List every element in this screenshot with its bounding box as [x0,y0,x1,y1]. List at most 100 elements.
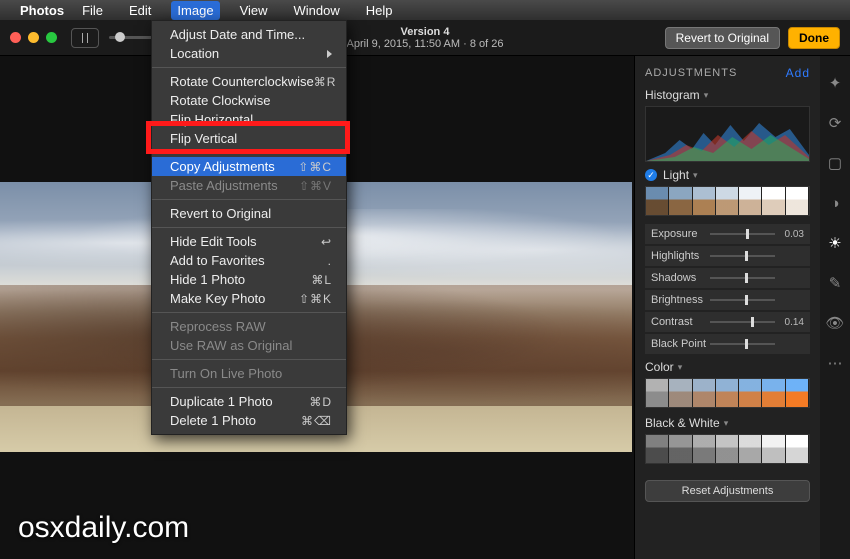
filters-icon[interactable]: ◑ [826,194,844,212]
menu-item-label: Rotate Clockwise [170,93,270,108]
menu-item-label: Make Key Photo [170,291,265,306]
menu-item[interactable]: Make Key Photo ⇧⌘K [152,289,346,308]
revert-button[interactable]: Revert to Original [665,27,780,49]
menu-shortcut: ⇧⌘C [298,160,332,174]
menu-item-label: Rotate Counterclockwise [170,74,314,89]
menu-shortcut: ⌘D [309,395,332,409]
adjustments-panel: ADJUSTMENTS Add Histogram▾ ✓ Light▾ Expo… [634,56,820,559]
menu-item-label: Duplicate 1 Photo [170,394,273,409]
chevron-down-icon: ▾ [693,170,698,181]
sidebar-toggle-button[interactable] [71,28,99,48]
color-section-toggle[interactable]: Color▾ [645,360,810,374]
menu-item-label: Revert to Original [170,206,271,221]
menu-item[interactable]: Flip Horizontal [152,110,346,129]
menu-item-label: Location [170,46,219,61]
menu-item[interactable]: Revert to Original [152,204,346,223]
menu-shortcut: ⌘⌫ [301,414,332,428]
zoom-icon[interactable] [46,32,57,43]
menubar: Photos File Edit Image View Window Help [0,0,850,20]
chevron-down-icon: ▾ [704,90,709,101]
menu-view[interactable]: View [234,1,274,20]
slider-shadows[interactable]: Shadows [645,268,810,288]
slider-label: Brightness [651,294,703,306]
histogram-toggle[interactable]: Histogram▾ [645,88,810,102]
menu-item[interactable]: Delete 1 Photo ⌘⌫ [152,411,346,430]
bw-thumbstrip[interactable] [645,434,810,464]
slider-contrast[interactable]: Contrast 0.14 [645,312,810,332]
menu-item[interactable]: Hide Edit Tools↩ [152,232,346,251]
window-controls [10,32,57,43]
menu-item-label: Flip Horizontal [170,112,253,127]
menu-item-label: Turn On Live Photo [170,366,282,381]
more-icon[interactable]: ⋯ [826,354,844,372]
menu-edit[interactable]: Edit [123,1,157,20]
title-area: Version 4 April 9, 2015, 11:50 AM · 8 of… [347,26,504,50]
check-icon: ✓ [645,169,657,181]
menu-item: Use RAW as Original [152,336,346,355]
retouch-icon[interactable]: ✎ [826,274,844,292]
toolbar: Version 4 April 9, 2015, 11:50 AM · 8 of… [0,20,850,56]
menu-item: Paste Adjustments ⇧⌘V [152,176,346,195]
menu-shortcut: ⇧⌘V [299,179,332,193]
menu-window[interactable]: Window [288,1,346,20]
minimize-icon[interactable] [28,32,39,43]
slider-value: 0.03 [785,229,804,240]
menu-shortcut: . [328,254,332,268]
image-menu-dropdown: Adjust Date and Time... Location Rotate Co… [151,20,347,435]
menu-item-label: Flip Vertical [170,131,237,146]
menu-image[interactable]: Image [171,1,219,20]
menu-item-label: Hide Edit Tools [170,234,256,249]
menu-item: Reprocess RAW [152,317,346,336]
menu-shortcut: ⌘L [311,273,332,287]
menu-item-label: Add to Favorites [170,253,265,268]
menu-item[interactable]: Flip Vertical [152,129,346,148]
menu-help[interactable]: Help [360,1,399,20]
slider-label: Contrast [651,316,693,328]
slider-exposure[interactable]: Exposure 0.03 [645,224,810,244]
menu-file[interactable]: File [76,1,109,20]
color-thumbstrip[interactable] [645,378,810,408]
close-icon[interactable] [10,32,21,43]
bw-section-toggle[interactable]: Black & White▾ [645,416,810,430]
menu-item[interactable]: Duplicate 1 Photo ⌘D [152,392,346,411]
adjust-icon[interactable]: ☀ [826,234,844,252]
menu-item-label: Copy Adjustments [170,159,275,174]
menu-shortcut: ⇧⌘K [299,292,332,306]
slider-value: 0.14 [785,317,804,328]
app-name[interactable]: Photos [20,3,64,18]
chevron-down-icon: ▾ [724,418,729,429]
menu-item-label: Hide 1 Photo [170,272,245,287]
redeye-icon[interactable]: 👁 [826,314,844,332]
slider-label: Black Point [651,338,706,350]
crop-icon[interactable]: ▢ [826,154,844,172]
done-button[interactable]: Done [788,27,840,49]
reset-adjustments-button[interactable]: Reset Adjustments [645,480,810,502]
menu-item-label: Use RAW as Original [170,338,292,353]
date-count-label: April 9, 2015, 11:50 AM · 8 of 26 [347,38,504,50]
histogram [645,106,810,162]
menu-item[interactable]: Hide 1 Photo ⌘L [152,270,346,289]
menu-item-label: Adjust Date and Time... [170,27,305,42]
menu-item[interactable]: Rotate Clockwise [152,91,346,110]
menu-item[interactable]: Location [152,44,346,63]
light-thumbstrip[interactable] [645,186,810,216]
rotate-icon[interactable]: ⟳ [826,114,844,132]
menu-item[interactable]: Copy Adjustments ⇧⌘C [152,157,346,176]
watermark-text: osxdaily.com [18,511,189,545]
slider-brightness[interactable]: Brightness [645,290,810,310]
slider-black-point[interactable]: Black Point [645,334,810,354]
menu-item-label: Delete 1 Photo [170,413,256,428]
slider-highlights[interactable]: Highlights [645,246,810,266]
light-section-toggle[interactable]: ✓ Light▾ [645,168,810,182]
magic-wand-icon[interactable]: ✦ [826,74,844,92]
add-button[interactable]: Add [786,66,810,80]
menu-item[interactable]: Adjust Date and Time... [152,25,346,44]
menu-item: Turn On Live Photo [152,364,346,383]
slider-label: Highlights [651,250,699,262]
slider-label: Exposure [651,228,697,240]
menu-item[interactable]: Add to Favorites. [152,251,346,270]
menu-item-label: Paste Adjustments [170,178,278,193]
menu-shortcut: ⌘R [314,75,337,89]
chevron-down-icon: ▾ [678,362,683,373]
menu-item[interactable]: Rotate Counterclockwise⌘R [152,72,346,91]
